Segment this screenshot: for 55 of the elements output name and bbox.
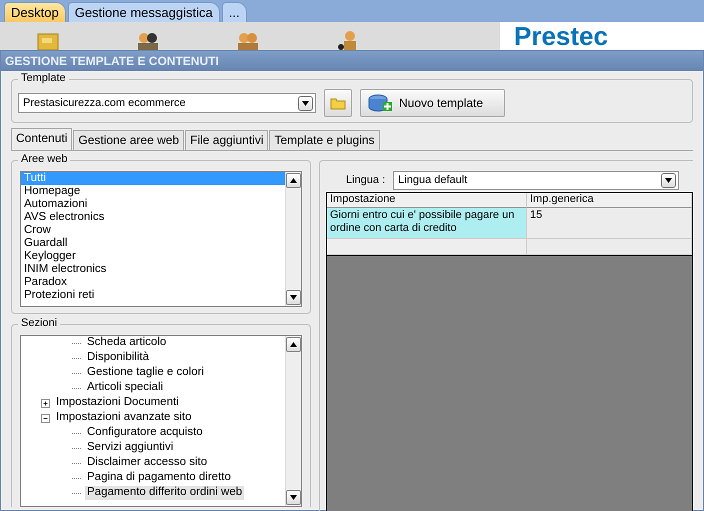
dropdown-button[interactable]	[298, 96, 313, 111]
tree-item[interactable]: Servizi aggiuntivi	[85, 441, 176, 456]
top-tab[interactable]: Gestione messaggistica	[68, 2, 220, 22]
template-select[interactable]: Prestasicurezza.com ecommerce	[18, 93, 316, 114]
list-item[interactable]: Crow	[21, 224, 285, 237]
scroll-down-button[interactable]	[286, 290, 301, 305]
tree-item[interactable]: Articoli speciali	[85, 381, 166, 396]
scroll-down-button[interactable]	[286, 490, 301, 505]
tree-item[interactable]: Scheda articolo	[85, 336, 168, 350]
caret-down-icon	[665, 178, 672, 183]
tree-item[interactable]: Impostazioni Documenti	[54, 396, 181, 410]
list-item[interactable]: Guardall	[21, 236, 285, 250]
open-folder-button[interactable]	[324, 89, 352, 118]
list-item[interactable]: INIM electronics	[21, 262, 285, 276]
tree-item[interactable]: Pagamento differito ordini web	[85, 486, 244, 500]
tree-item[interactable]: Configuratore acquisto	[85, 426, 205, 440]
collapse-icon[interactable]	[41, 414, 50, 423]
expand-icon[interactable]	[41, 398, 50, 408]
top-tab[interactable]: Desktop	[4, 2, 66, 22]
group-label: Template	[18, 72, 69, 86]
database-add-icon	[367, 93, 393, 114]
list-item[interactable]: Keylogger	[21, 250, 285, 263]
column-header[interactable]: Impostazione	[327, 192, 527, 208]
tab[interactable]: File aggiuntivi	[185, 130, 268, 150]
caret-down-icon	[290, 494, 297, 500]
tree-item[interactable]: Gestione taglie e colori	[85, 366, 206, 380]
top-tab[interactable]: ...	[222, 2, 247, 22]
caret-down-icon	[302, 100, 309, 106]
caret-up-icon	[290, 342, 297, 347]
list-item[interactable]: Paradox	[21, 276, 285, 289]
list-item[interactable]: Protezioni reti	[21, 288, 285, 302]
field-label: Lingua :	[346, 174, 386, 187]
tree-item[interactable]: Disclaimer accesso sito	[85, 456, 210, 470]
tree-item[interactable]: Pagina di pagamento diretto	[85, 471, 233, 486]
caret-up-icon	[290, 178, 297, 183]
window-title: GESTIONE TEMPLATE E CONTENUTI	[1, 51, 703, 72]
logo: Prestec	[500, 22, 704, 50]
tab[interactable]: Template e plugins	[269, 130, 380, 150]
scroll-up-button[interactable]	[286, 336, 301, 352]
list-item[interactable]: AVS electronics	[21, 210, 285, 224]
tab[interactable]: Gestione aree web	[73, 130, 184, 150]
table-cell: Giorni entro cui e' possibile pagare un ordine con carta di credito	[327, 208, 527, 239]
table-cell: 15	[527, 208, 692, 239]
scroll-up-button[interactable]	[286, 172, 301, 188]
list-item[interactable]: Automazioni	[21, 198, 285, 211]
column-header[interactable]: Imp.generica	[527, 192, 692, 208]
tree-item[interactable]: Disponibilità	[85, 351, 152, 366]
dropdown-button[interactable]	[661, 172, 676, 188]
list-item[interactable]: Homepage	[21, 184, 285, 198]
language-select[interactable]: Lingua default	[393, 170, 680, 190]
folder-icon	[330, 96, 346, 110]
tree-item[interactable]: Impostazioni avanzate sito	[54, 411, 194, 426]
caret-down-icon	[290, 294, 297, 300]
tab[interactable]: Contenuti	[11, 128, 72, 150]
new-template-button[interactable]: Nuovo template	[360, 89, 505, 118]
